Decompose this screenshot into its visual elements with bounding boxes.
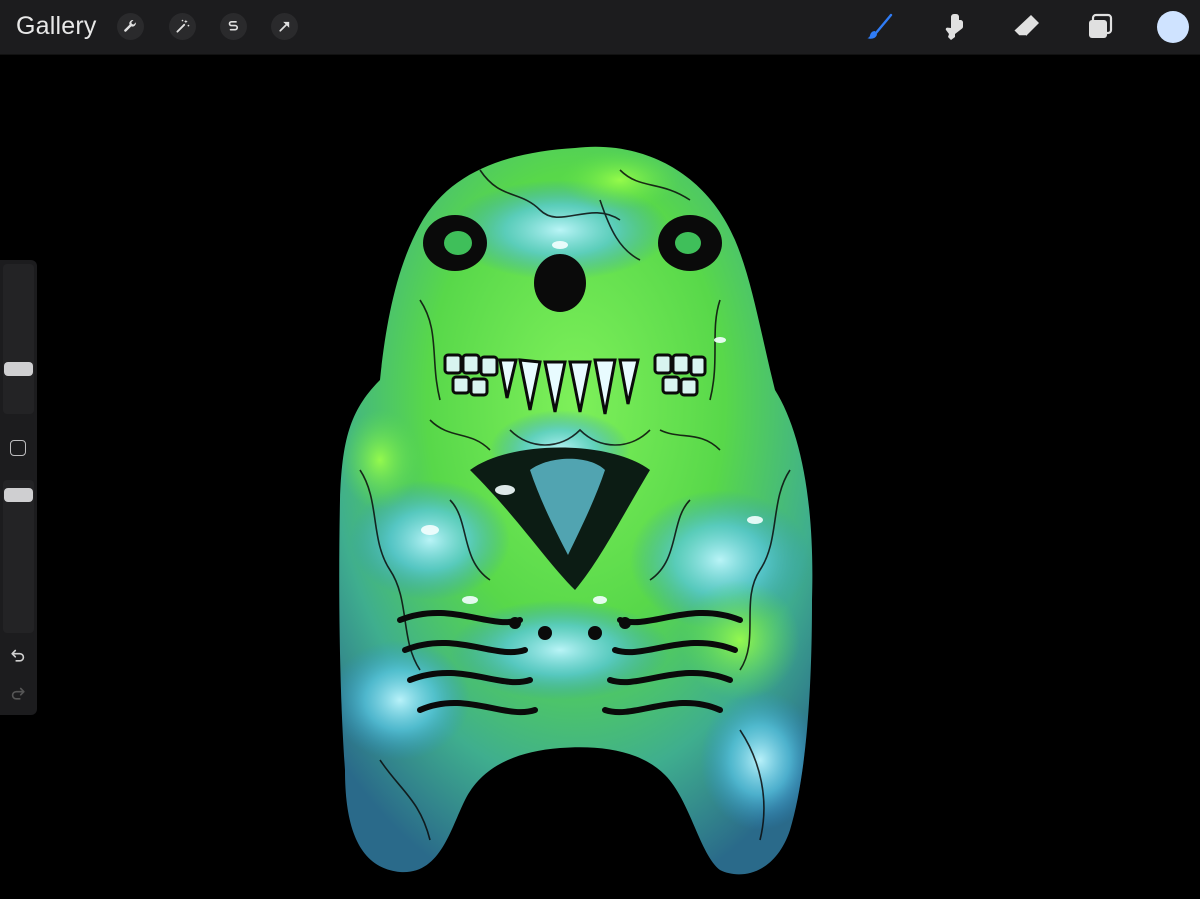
gallery-button[interactable]: Gallery xyxy=(16,12,97,41)
selection-icon[interactable] xyxy=(220,13,247,40)
actions-wrench-icon[interactable] xyxy=(117,13,144,40)
adjustments-magic-wand-icon[interactable] xyxy=(169,13,196,40)
layers-icon[interactable] xyxy=(1082,9,1118,45)
drawing-canvas[interactable] xyxy=(0,55,1200,899)
top-toolbar: Gallery xyxy=(0,0,1200,55)
color-swatch-button[interactable] xyxy=(1157,11,1189,43)
eraser-icon[interactable] xyxy=(1008,9,1044,45)
transform-arrow-icon[interactable] xyxy=(271,13,298,40)
brush-icon[interactable] xyxy=(862,9,898,45)
smudge-icon[interactable] xyxy=(935,9,971,45)
artwork-3d-model xyxy=(339,146,813,875)
